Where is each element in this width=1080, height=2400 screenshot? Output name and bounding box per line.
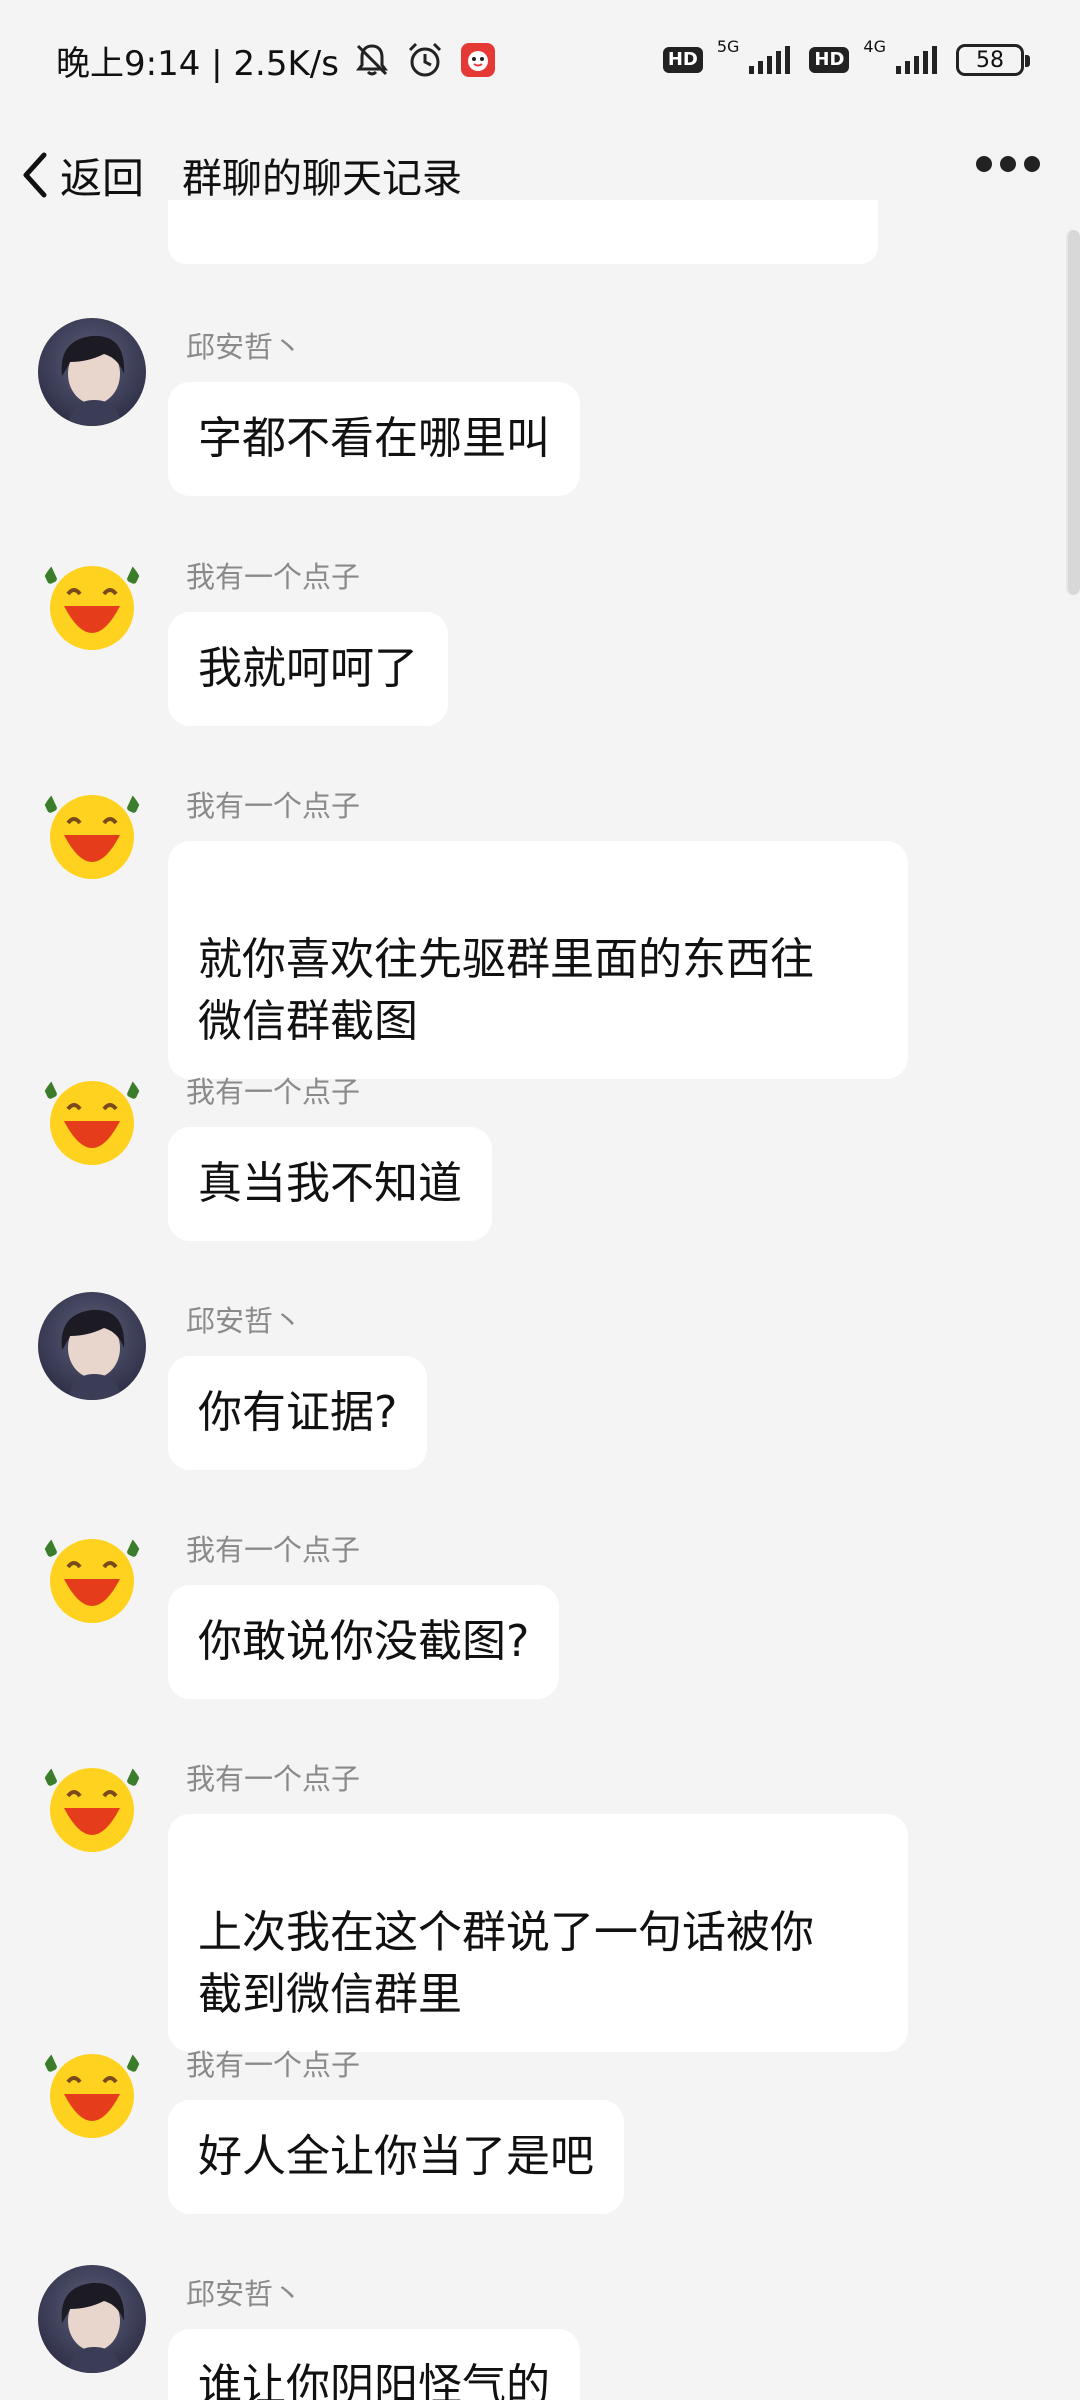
sender-name: 我有一个点子 [186, 2048, 361, 2082]
sender-name: 我有一个点子 [186, 789, 361, 823]
message-bubble[interactable]: 字都不看在哪里叫 [168, 382, 580, 496]
laughing-emoji-avatar[interactable] [38, 777, 146, 885]
dark-hair-avatar[interactable] [38, 318, 146, 426]
message-text: 真当我不知道 [198, 1158, 462, 1209]
message-text: 你有证据? [198, 1387, 398, 1438]
message-text: 谁让你阴阳怪气的 [198, 2360, 550, 2400]
message-text: 就你喜欢往先驱群里面的东西往 微信群截图 [198, 934, 814, 1047]
sender-name: 邱安哲丶 [186, 2277, 303, 2311]
dark-hair-avatar[interactable] [38, 2265, 146, 2373]
message-bubble[interactable]: 真当我不知道 [168, 1127, 492, 1241]
message-list[interactable]: 邱安哲丶 字都不看在哪里叫 我有一个点子 我就呵呵了 我有一个点子 就你喜欢往先… [0, 0, 1080, 2400]
laughing-emoji-avatar[interactable] [38, 2036, 146, 2144]
message-text: 好人全让你当了是吧 [198, 2131, 594, 2182]
message-text: 上次我在这个群说了一句话被你 截到微信群里 [198, 1907, 814, 2020]
sender-name: 邱安哲丶 [186, 1304, 303, 1338]
partial-message-bubble [168, 200, 878, 264]
sender-name: 我有一个点子 [186, 1075, 361, 1109]
message-bubble[interactable]: 你有证据? [168, 1356, 428, 1470]
message-bubble[interactable]: 就你喜欢往先驱群里面的东西往 微信群截图 [168, 841, 908, 1079]
message-text: 字都不看在哪里叫 [198, 413, 550, 464]
sender-name: 我有一个点子 [186, 560, 361, 594]
scrollbar[interactable] [1066, 230, 1080, 595]
message-text: 我就呵呵了 [198, 643, 418, 694]
message-text: 你敢说你没截图? [198, 1616, 530, 1667]
message-bubble[interactable]: 我就呵呵了 [168, 612, 448, 726]
laughing-emoji-avatar[interactable] [38, 1063, 146, 1171]
sender-name: 邱安哲丶 [186, 330, 303, 364]
message-bubble[interactable]: 谁让你阴阳怪气的 [168, 2329, 580, 2400]
laughing-emoji-avatar[interactable] [38, 548, 146, 656]
chat-history-screen: 晚上9:14 | 2.5K/s HD 5G HD 4G 58 返回 群聊的聊天记… [0, 0, 1080, 2400]
laughing-emoji-avatar[interactable] [38, 1750, 146, 1858]
dark-hair-avatar[interactable] [38, 1292, 146, 1400]
message-bubble[interactable]: 上次我在这个群说了一句话被你 截到微信群里 [168, 1814, 908, 2052]
laughing-emoji-avatar[interactable] [38, 1521, 146, 1629]
sender-name: 我有一个点子 [186, 1762, 361, 1796]
sender-name: 我有一个点子 [186, 1533, 361, 1567]
message-bubble[interactable]: 你敢说你没截图? [168, 1585, 560, 1699]
message-bubble[interactable]: 好人全让你当了是吧 [168, 2100, 624, 2214]
